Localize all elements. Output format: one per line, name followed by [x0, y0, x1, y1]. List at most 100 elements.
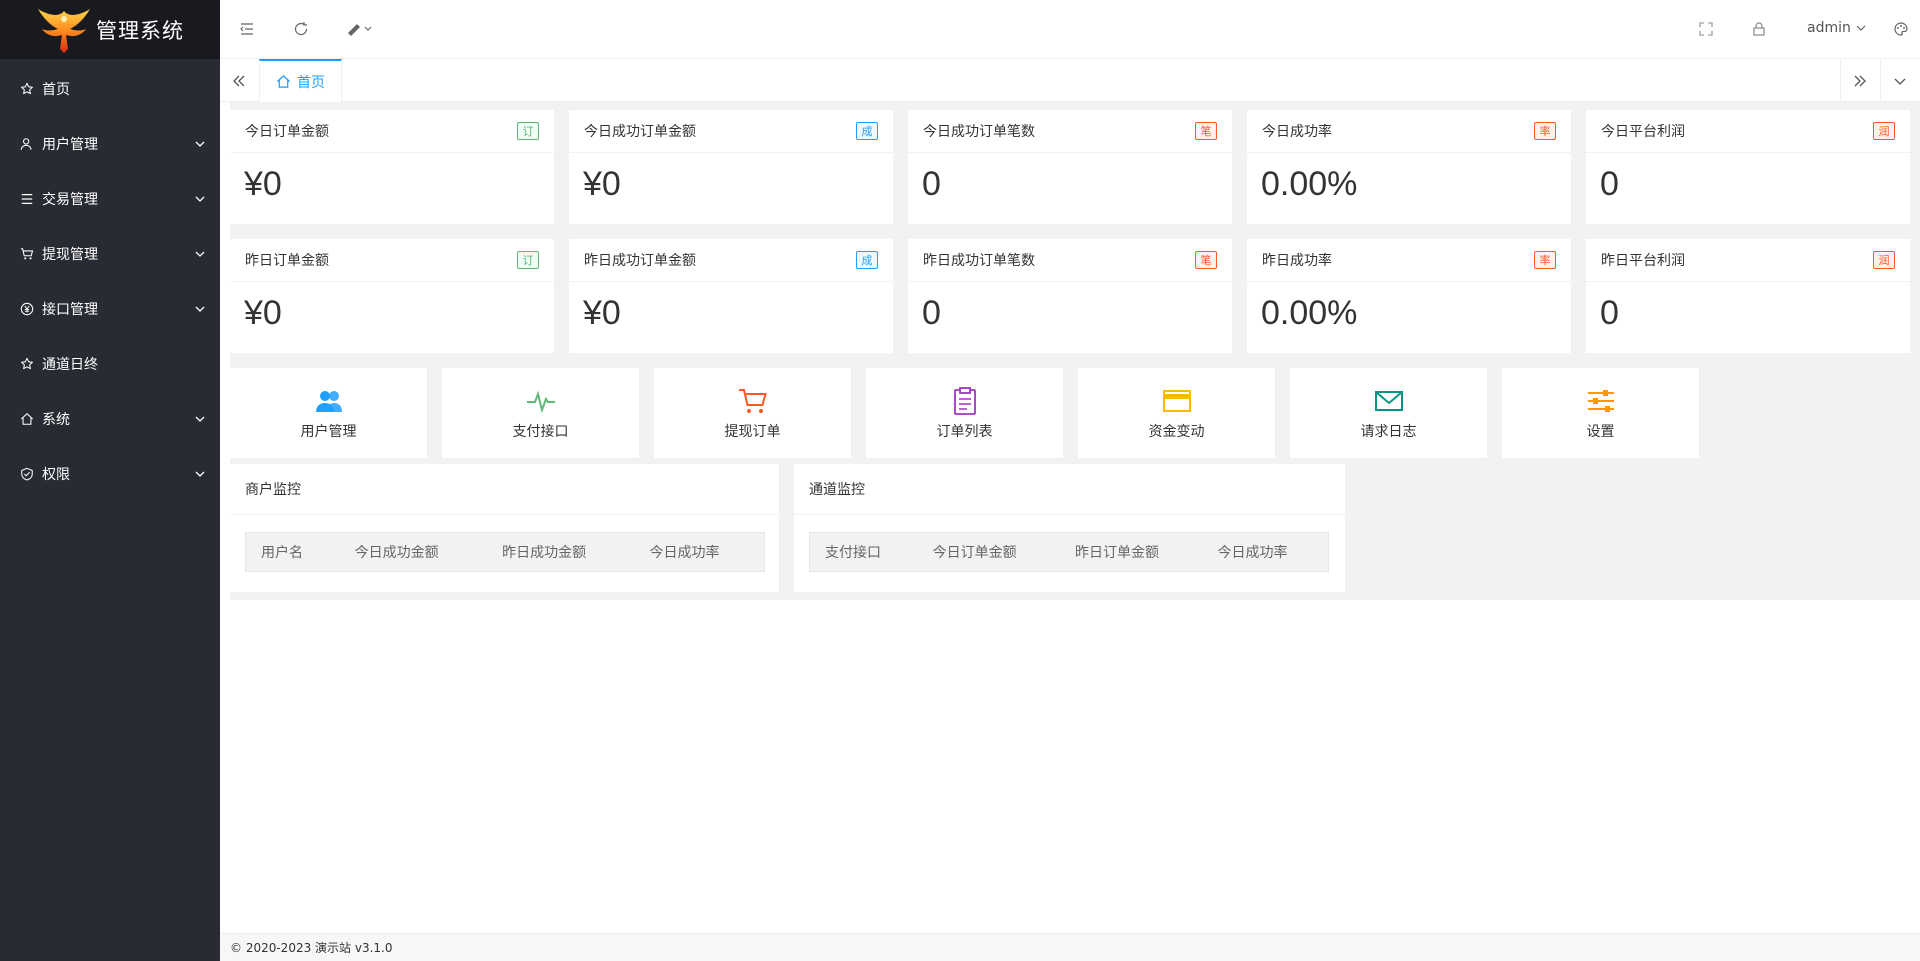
tabs-menu-chevron-down-icon[interactable]	[1880, 59, 1918, 102]
stat-value: 0	[1600, 165, 1619, 203]
stat-value: 0	[922, 165, 941, 203]
phoenix-logo-icon	[38, 8, 90, 53]
tabs-scroll-left-icon[interactable]	[220, 59, 258, 102]
stat-value: 0.00%	[1261, 165, 1358, 203]
app-title: 管理系统	[96, 18, 184, 43]
shortcut-fund-changes[interactable]: 资金变动	[1078, 368, 1275, 458]
list-icon	[20, 192, 34, 206]
column-header: 用户名	[261, 545, 303, 561]
sidebar-item-trade-management[interactable]: 交易管理	[0, 171, 220, 226]
copyright-text: © 2020-2023 演示站 v3.1.0	[230, 941, 393, 955]
shortcut-user-management[interactable]: 用户管理	[230, 368, 427, 458]
user-menu[interactable]: admin	[1807, 20, 1867, 36]
stat-badge: 笔	[1195, 122, 1217, 140]
clear-cache-dropdown-icon[interactable]	[346, 20, 374, 38]
mail-icon	[1374, 391, 1403, 411]
chevron-down-icon	[194, 193, 206, 205]
shortcut-label: 订单列表	[936, 424, 993, 440]
cart-icon	[738, 389, 767, 413]
shortcut-label: 提现订单	[724, 424, 781, 440]
card-icon	[1162, 390, 1191, 412]
channel-monitor-panel: 通道监控 支付接口 今日订单金额 昨日订单金额 今日成功率	[794, 464, 1345, 592]
stat-title: 今日成功率	[1262, 124, 1332, 140]
sidebar-menu: 首页 用户管理 交易管理 提现管理 接口管理 通道日终 系统 权限	[0, 59, 220, 501]
theme-icon[interactable]	[1892, 20, 1910, 38]
shortcut-order-list[interactable]: 订单列表	[866, 368, 1063, 458]
column-header: 今日订单金额	[932, 545, 1017, 561]
stat-card-yesterday-order-amount: 昨日订单金额 订 ¥0	[230, 239, 554, 353]
chevron-down-icon	[1856, 25, 1866, 31]
merchant-monitor-panel: 商户监控 用户名 今日成功金额 昨日成功金额 今日成功率	[230, 464, 779, 592]
stat-badge: 成	[856, 122, 878, 140]
home-icon	[20, 412, 34, 426]
stat-title: 昨日成功订单笔数	[923, 253, 1035, 269]
stat-title: 昨日平台利润	[1601, 253, 1685, 269]
stat-title: 今日成功订单金额	[584, 124, 696, 140]
tab-label: 首页	[297, 74, 325, 91]
chevron-down-icon	[194, 468, 206, 480]
star-icon	[20, 82, 34, 96]
refresh-icon[interactable]	[292, 20, 310, 38]
stat-card-yesterday-success-count: 昨日成功订单笔数 笔 0	[908, 239, 1232, 353]
stat-badge: 率	[1534, 251, 1556, 269]
sidebar-item-label: 系统	[42, 411, 70, 428]
shield-icon	[20, 467, 34, 481]
column-header: 今日成功率	[649, 545, 720, 561]
stat-title: 昨日订单金额	[245, 253, 329, 269]
sidebar-item-home[interactable]: 首页	[0, 61, 220, 116]
chevron-down-icon	[194, 413, 206, 425]
logo[interactable]: 管理系统	[0, 0, 220, 59]
stat-title: 今日成功订单笔数	[923, 124, 1035, 140]
stat-value: 0	[1600, 294, 1619, 332]
menu-fold-icon[interactable]	[238, 20, 256, 38]
chevron-down-icon	[194, 248, 206, 260]
stat-value: 0	[922, 294, 941, 332]
sidebar-item-label: 首页	[42, 81, 70, 98]
shortcut-label: 支付接口	[512, 424, 569, 440]
sidebar-item-api-management[interactable]: 接口管理	[0, 281, 220, 336]
tabs-bar: 首页	[220, 59, 1920, 102]
yen-icon	[20, 302, 34, 316]
sidebar-item-system[interactable]: 系统	[0, 391, 220, 446]
users-icon	[315, 391, 342, 412]
stat-badge: 率	[1534, 122, 1556, 140]
sidebar-item-label: 提现管理	[42, 246, 98, 263]
fullscreen-icon[interactable]	[1697, 20, 1715, 38]
shortcut-request-log[interactable]: 请求日志	[1290, 368, 1487, 458]
stat-title: 昨日成功订单金额	[584, 253, 696, 269]
stat-card-yesterday-success-amount: 昨日成功订单金额 成 ¥0	[569, 239, 893, 353]
stat-card-yesterday-platform-profit: 昨日平台利润 润 0	[1586, 239, 1910, 353]
tab-home[interactable]: 首页	[259, 59, 342, 102]
column-header: 今日成功率	[1217, 545, 1288, 561]
column-header: 今日成功金额	[354, 545, 439, 561]
top-header: admin	[220, 0, 1920, 59]
cart-icon	[20, 247, 34, 261]
sidebar-item-label: 用户管理	[42, 136, 98, 153]
tabs-scroll-right-icon[interactable]	[1840, 59, 1878, 102]
stat-card-today-order-amount: 今日订单金额 订 ¥0	[230, 110, 554, 224]
sidebar-item-withdraw-management[interactable]: 提现管理	[0, 226, 220, 281]
username: admin	[1807, 20, 1851, 36]
sidebar-item-label: 通道日终	[42, 356, 98, 373]
lock-icon[interactable]	[1750, 20, 1768, 38]
dashboard-content: 今日订单金额订 ¥0 今日成功订单金额成 ¥0 今日成功订单笔数笔 0 今日成功…	[230, 102, 1920, 600]
stat-badge: 润	[1873, 251, 1895, 269]
panel-title: 商户监控	[230, 464, 779, 515]
star-icon	[20, 357, 34, 371]
stat-badge: 订	[517, 122, 539, 140]
sidebar-item-permissions[interactable]: 权限	[0, 446, 220, 501]
shortcut-settings[interactable]: 设置	[1502, 368, 1699, 458]
user-icon	[20, 137, 34, 151]
sidebar-item-label: 接口管理	[42, 301, 98, 318]
chevron-down-icon	[194, 303, 206, 315]
panel-title: 通道监控	[794, 464, 1345, 515]
shortcut-payment-api[interactable]: 支付接口	[442, 368, 639, 458]
shortcut-label: 请求日志	[1360, 424, 1417, 440]
stat-card-today-success-count: 今日成功订单笔数 笔 0	[908, 110, 1232, 224]
shortcut-withdraw-orders[interactable]: 提现订单	[654, 368, 851, 458]
sidebar-item-user-management[interactable]: 用户管理	[0, 116, 220, 171]
pulse-icon	[526, 390, 555, 414]
sidebar-item-channel-daily[interactable]: 通道日终	[0, 336, 220, 391]
stat-value: ¥0	[244, 165, 282, 203]
stat-badge: 笔	[1195, 251, 1217, 269]
